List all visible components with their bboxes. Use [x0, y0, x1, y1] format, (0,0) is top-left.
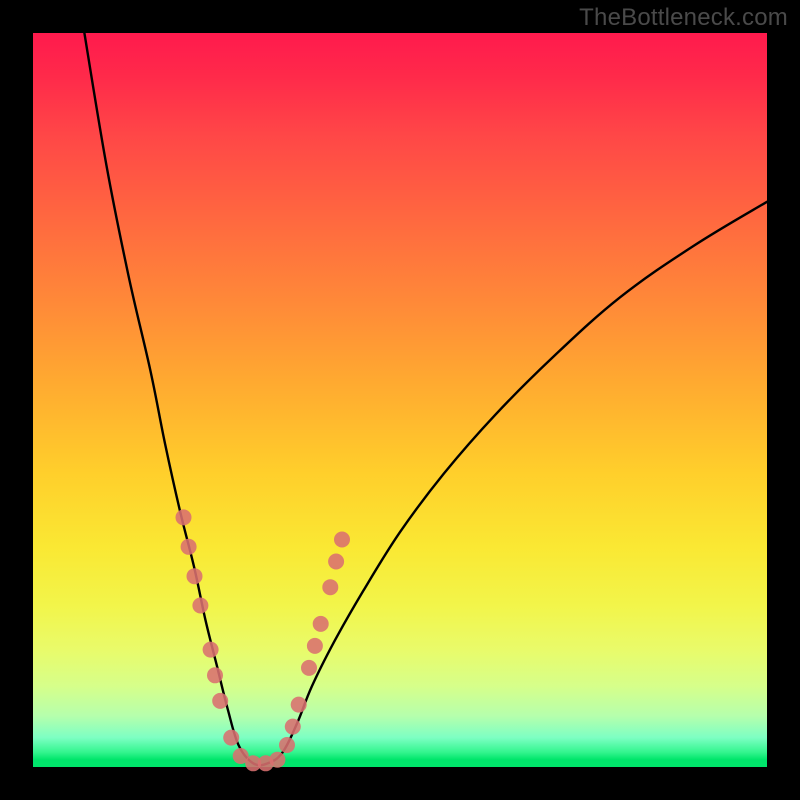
- highlight-dot: [328, 554, 344, 570]
- curve-layer: [33, 33, 767, 767]
- watermark-text: TheBottleneck.com: [579, 4, 788, 32]
- highlight-dot: [291, 697, 307, 713]
- highlight-dot: [285, 719, 301, 735]
- plot-area: [33, 33, 767, 767]
- highlight-dot: [176, 509, 192, 525]
- highlight-dot: [269, 752, 285, 768]
- highlight-dot: [212, 693, 228, 709]
- highlight-dot: [322, 579, 338, 595]
- highlight-dot: [279, 737, 295, 753]
- highlight-dot: [307, 638, 323, 654]
- chart-frame: TheBottleneck.com: [0, 0, 800, 800]
- highlight-dot: [334, 532, 350, 548]
- highlight-dot: [301, 660, 317, 676]
- highlight-dot: [187, 568, 203, 584]
- highlight-dot: [313, 616, 329, 632]
- highlight-dot: [181, 539, 197, 555]
- highlight-dot: [192, 598, 208, 614]
- highlight-dots: [176, 509, 351, 771]
- highlight-dot: [203, 642, 219, 658]
- bottleneck-curve: [84, 33, 767, 765]
- highlight-dot: [207, 667, 223, 683]
- highlight-dot: [223, 730, 239, 746]
